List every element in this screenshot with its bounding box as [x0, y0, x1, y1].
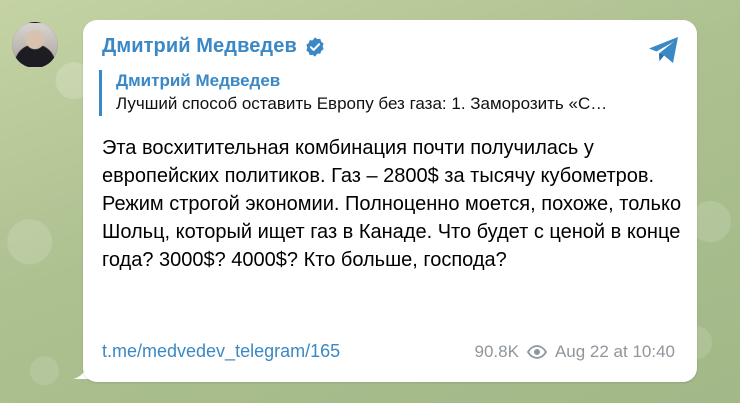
author-row: Дмитрий Медведев	[102, 35, 326, 58]
view-count: 90.8K	[474, 341, 519, 361]
message-bubble: Дмитрий Медведев Дмитрий Медведев Лучший…	[83, 20, 697, 382]
quote-text: Лучший способ оставить Европу без газа: …	[116, 94, 608, 113]
message-paragraph: Режим строгой экономии. Полноценно моетс…	[102, 193, 682, 271]
telegram-share-icon[interactable]	[647, 35, 681, 65]
message-meta: 90.8K Aug 22 at 10:40	[475, 342, 675, 362]
post-date: Aug 22 at 10:40	[554, 341, 675, 361]
reply-quote[interactable]: Дмитрий Медведев Лучший способ оставить …	[99, 70, 679, 116]
message-paragraph: Эта восхитительная комбинация почти полу…	[102, 137, 655, 187]
verified-icon	[306, 36, 324, 57]
post-link[interactable]: t.me/medvedev_telegram/165	[102, 341, 340, 362]
author-avatar[interactable]	[12, 22, 58, 68]
eye-icon	[526, 344, 547, 359]
author-name[interactable]: Дмитрий Медведев	[102, 35, 297, 58]
quote-author: Дмитрий Медведев	[116, 71, 281, 90]
message-footer: t.me/medvedev_telegram/165 90.8K Aug 22 …	[102, 341, 675, 362]
message-text: Эта восхитительная комбинация почти полу…	[102, 134, 687, 274]
